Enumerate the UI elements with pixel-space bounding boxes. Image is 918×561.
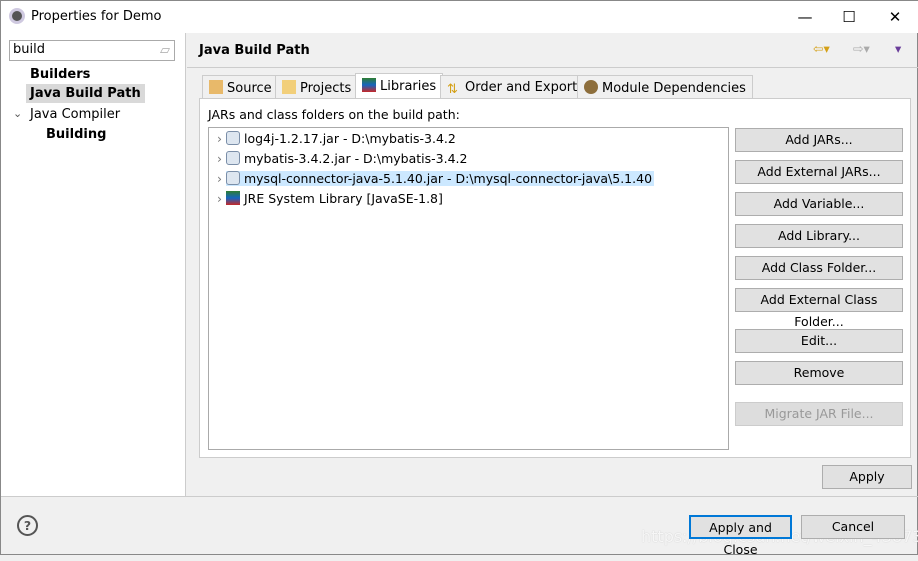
add-external-jars-button[interactable]: Add External JARs... — [735, 160, 903, 184]
menu-icon[interactable]: ▾ — [895, 41, 901, 56]
tree-item[interactable]: › mybatis-3.4.2.jar - D:\mybatis-3.4.2 — [217, 149, 467, 169]
jar-icon — [225, 171, 240, 185]
library-icon — [225, 191, 240, 205]
filter-value: build — [13, 42, 45, 57]
tab-libraries[interactable]: Libraries — [355, 73, 444, 99]
add-variable-button[interactable]: Add Variable... — [735, 192, 903, 216]
title-bar: Properties for Demo — ☐ ✕ — [1, 1, 918, 33]
tree-item[interactable]: › JRE System Library [JavaSE-1.8] — [217, 189, 443, 209]
build-path-tree[interactable]: › log4j-1.2.17.jar - D:\mybatis-3.4.2 › … — [208, 127, 729, 450]
library-icon — [362, 78, 376, 92]
tab-label: Module Dependencies — [602, 81, 746, 96]
apply-button[interactable]: Apply — [822, 465, 912, 489]
tab-module-dependencies[interactable]: Module Dependencies — [577, 75, 753, 99]
chevron-right-icon[interactable]: › — [217, 191, 222, 206]
close-button[interactable]: ✕ — [875, 5, 915, 29]
tab-source[interactable]: Source — [202, 75, 279, 99]
order-icon: ⇅ — [447, 82, 458, 97]
tab-label: Order and Export — [465, 80, 578, 95]
add-external-class-folder-button[interactable]: Add External Class Folder... — [735, 288, 903, 329]
add-library-button[interactable]: Add Library... — [735, 224, 903, 248]
tab-projects[interactable]: Projects — [275, 75, 359, 99]
maximize-button[interactable]: ☐ — [829, 5, 869, 29]
entry-label: mybatis-3.4.2.jar - D:\mybatis-3.4.2 — [243, 151, 468, 166]
entry-label: JRE System Library [JavaSE-1.8] — [243, 191, 443, 206]
gear-icon — [9, 8, 25, 24]
tab-label: Source — [227, 81, 272, 96]
entry-label: mysql-connector-java-5.1.40.jar - D:\mys… — [243, 171, 653, 186]
folder-icon — [282, 80, 296, 94]
entry-label: log4j-1.2.17.jar - D:\mybatis-3.4.2 — [243, 131, 456, 146]
chevron-right-icon[interactable]: › — [217, 151, 222, 166]
tree-item[interactable]: › mysql-connector-java-5.1.40.jar - D:\m… — [217, 169, 655, 189]
tree-item[interactable]: › log4j-1.2.17.jar - D:\mybatis-3.4.2 — [217, 129, 456, 149]
minimize-button[interactable]: — — [785, 5, 825, 29]
add-jars-button[interactable]: Add JARs... — [735, 128, 903, 152]
module-icon — [584, 80, 598, 94]
dialog-footer: ? https://blog.csdn.net/weixin_43873198 … — [1, 496, 918, 557]
migrate-jar-button[interactable]: Migrate JAR File... — [735, 402, 903, 426]
back-arrow-icon[interactable]: ⇦▾ — [813, 41, 830, 56]
page-title: Java Build Path — [199, 43, 310, 58]
window-title: Properties for Demo — [31, 9, 162, 24]
tab-label: Libraries — [380, 79, 437, 94]
add-class-folder-button[interactable]: Add Class Folder... — [735, 256, 903, 280]
chevron-right-icon[interactable]: › — [217, 171, 222, 186]
source-folder-icon — [209, 80, 223, 94]
help-icon[interactable]: ? — [17, 515, 38, 536]
sidebar: build ▱ Builders Java Build Path ⌄ Java C… — [1, 33, 186, 496]
remove-button[interactable]: Remove — [735, 361, 903, 385]
clear-icon[interactable]: ▱ — [160, 43, 170, 58]
sidebar-item-java-compiler[interactable]: Java Compiler — [30, 107, 120, 122]
jar-icon — [225, 151, 240, 165]
chevron-down-icon[interactable]: ⌄ — [13, 107, 22, 120]
tab-order-and-export[interactable]: ⇅ Order and Export — [440, 75, 585, 99]
sidebar-item-java-build-path[interactable]: Java Build Path — [26, 84, 145, 103]
page-header: Java Build Path ⇦▾ ⇨▾ ▾ — [187, 33, 918, 68]
panel-caption: JARs and class folders on the build path… — [208, 107, 460, 122]
forward-arrow-icon[interactable]: ⇨▾ — [853, 41, 870, 56]
filter-input[interactable]: build ▱ — [9, 40, 175, 61]
chevron-right-icon[interactable]: › — [217, 131, 222, 146]
cancel-button[interactable]: Cancel — [801, 515, 905, 539]
tab-label: Projects — [300, 81, 352, 96]
sidebar-item-builders[interactable]: Builders — [30, 67, 90, 82]
apply-and-close-button[interactable]: Apply and Close — [689, 515, 792, 557]
jar-icon — [225, 131, 240, 145]
edit-button[interactable]: Edit... — [735, 329, 903, 353]
sidebar-item-building[interactable]: Building — [46, 127, 106, 142]
